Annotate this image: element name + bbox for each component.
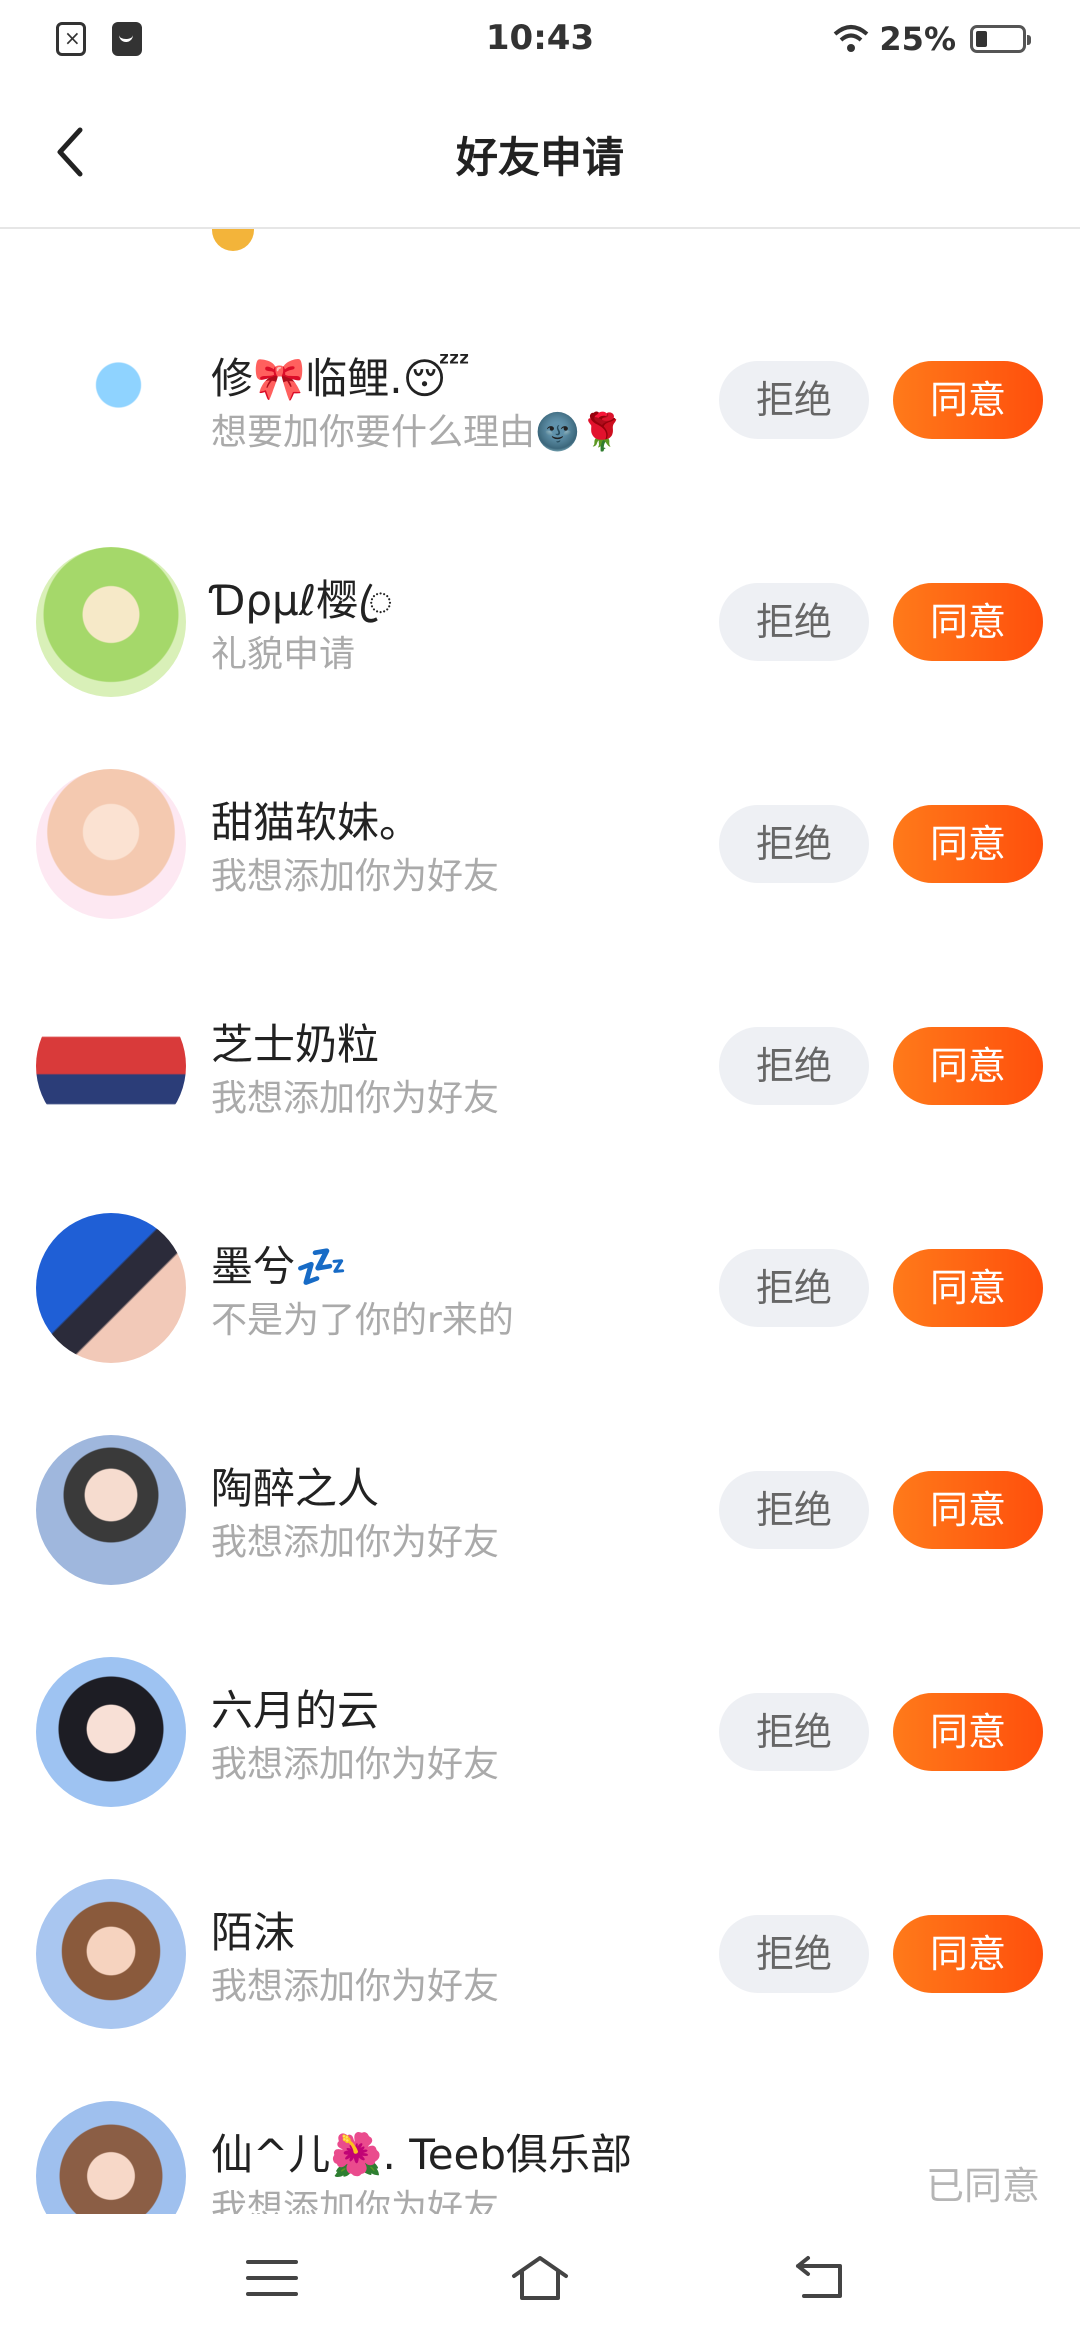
requester-name: 陶醉之人: [211, 1464, 380, 1513]
wifi-icon: [833, 24, 869, 54]
request-message: 想要加你要什么理由🌚🌹: [211, 412, 625, 453]
friend-request-list[interactable]: 修🎀临鲤.😴 想要加你要什么理由🌚🌹 拒绝 同意 Ɗρμℓ樱ꦿ 礼貌申请 拒绝 …: [0, 229, 1080, 2214]
list-item: 墨兮💤 不是为了你的r来的 拒绝 同意: [0, 1177, 1080, 1399]
avatar[interactable]: [36, 1879, 186, 2029]
requester-name: 仙^儿🌺. Teeb俱乐部: [211, 2130, 633, 2179]
status-bar: 10:43 25%: [0, 0, 1080, 82]
avatar[interactable]: [36, 1657, 186, 1807]
requester-name: 修🎀临鲤.😴: [211, 354, 471, 403]
reject-button[interactable]: 拒绝: [719, 361, 869, 439]
status-right: 25%: [833, 20, 1031, 58]
accepted-status: 已同意: [925, 2164, 1040, 2208]
reject-button[interactable]: 拒绝: [719, 1693, 869, 1771]
home-button[interactable]: [508, 2250, 572, 2306]
accept-button[interactable]: 同意: [893, 361, 1043, 439]
battery-icon: [970, 25, 1031, 53]
menu-button[interactable]: [240, 2250, 304, 2306]
avatar[interactable]: [36, 991, 186, 1141]
accept-button[interactable]: 同意: [893, 583, 1043, 661]
reject-button[interactable]: 拒绝: [719, 805, 869, 883]
accept-button[interactable]: 同意: [893, 1027, 1043, 1105]
avatar[interactable]: [36, 325, 186, 475]
avatar[interactable]: [36, 2101, 186, 2214]
list-item: 陌沫 我想添加你为好友 拒绝 同意: [0, 1843, 1080, 2065]
reject-button[interactable]: 拒绝: [719, 583, 869, 661]
reject-button[interactable]: 拒绝: [719, 1027, 869, 1105]
list-item: 陶醉之人 我想添加你为好友 拒绝 同意: [0, 1399, 1080, 1621]
accept-button[interactable]: 同意: [893, 1693, 1043, 1771]
list-item: 芝士奶粒 我想添加你为好友 拒绝 同意: [0, 955, 1080, 1177]
page-title: 好友申请: [455, 133, 624, 182]
reject-button[interactable]: 拒绝: [719, 1471, 869, 1549]
menu-icon: [246, 2260, 298, 2296]
back-icon: [796, 2256, 842, 2298]
accept-button[interactable]: 同意: [893, 1471, 1043, 1549]
requester-name: 甜猫软妹。: [211, 798, 422, 847]
avatar[interactable]: [36, 769, 186, 919]
accept-button[interactable]: 同意: [893, 1915, 1043, 1993]
battery-percent: 25%: [879, 20, 956, 58]
system-nav-bar: [0, 2214, 1080, 2340]
request-message: 我想添加你为好友: [211, 1522, 500, 1563]
partial-emoji-icon: [212, 229, 254, 251]
requester-name: 六月的云: [211, 1686, 380, 1735]
request-message: 不是为了你的r来的: [211, 1300, 514, 1341]
request-message: 我想添加你为好友: [211, 856, 500, 897]
system-back-button[interactable]: [790, 2250, 854, 2306]
battery-fill: [976, 31, 987, 47]
list-item: 修🎀临鲤.😴 想要加你要什么理由🌚🌹 拒绝 同意: [0, 289, 1080, 511]
accept-button[interactable]: 同意: [893, 1249, 1043, 1327]
reject-button[interactable]: 拒绝: [719, 1249, 869, 1327]
requester-name: 墨兮💤: [211, 1242, 348, 1291]
list-item: 六月的云 我想添加你为好友 拒绝 同意: [0, 1621, 1080, 1843]
list-item: 甜猫软妹。 我想添加你为好友 拒绝 同意: [0, 733, 1080, 955]
request-message: 我想添加你为好友: [211, 1966, 500, 2007]
request-message: 我想添加你为好友: [211, 1078, 500, 1119]
list-item: 仙^儿🌺. Teeb俱乐部 我想添加你为好友 已同意: [0, 2065, 1080, 2214]
request-message: 我想添加你为好友: [211, 1744, 500, 1785]
avatar[interactable]: [36, 547, 186, 697]
request-message: 礼貌申请: [211, 634, 356, 675]
request-message: 我想添加你为好友: [211, 2188, 500, 2214]
requester-name: 芝士奶粒: [211, 1020, 380, 1069]
top-app-bar: 好友申请: [0, 82, 1080, 229]
avatar[interactable]: [36, 1435, 186, 1585]
requester-name: 陌沫: [211, 1908, 296, 1957]
accept-button[interactable]: 同意: [893, 805, 1043, 883]
avatar[interactable]: [36, 1213, 186, 1363]
home-icon: [512, 2256, 568, 2300]
reject-button[interactable]: 拒绝: [719, 1915, 869, 1993]
list-item: Ɗρμℓ樱ꦿ 礼貌申请 拒绝 同意: [0, 511, 1080, 733]
